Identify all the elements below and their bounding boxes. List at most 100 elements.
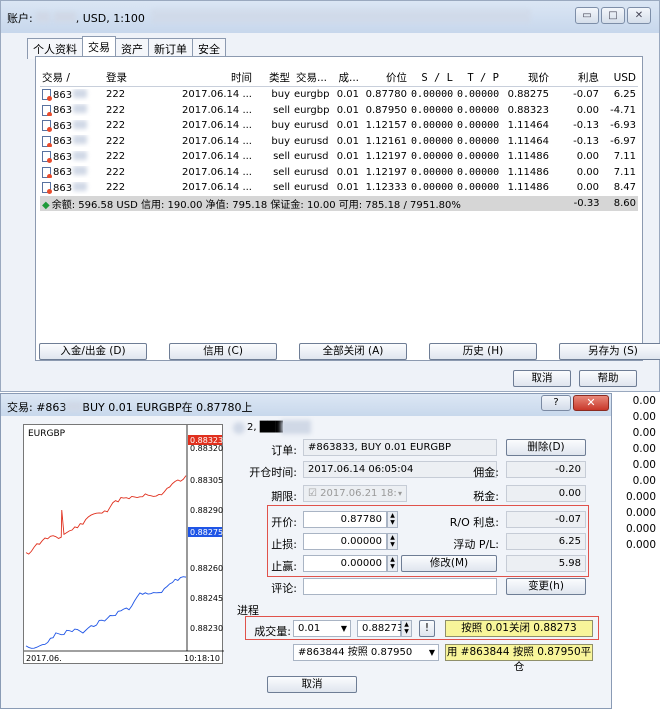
cell-time: 2017.06.14 ... [182, 135, 252, 147]
cell-trade-text: 863 [53, 182, 73, 194]
volume-select[interactable]: 0.01 ▼ [293, 620, 351, 637]
minimize-button[interactable]: ▭ [575, 7, 599, 24]
col-header-sl[interactable]: S / L [409, 72, 455, 84]
closeby-order-select[interactable]: #863844 按照 0.87950 ▼ [293, 644, 439, 661]
cell-sl: 0.00000 [411, 104, 454, 116]
cell-trade-text: 863 [53, 136, 73, 148]
table-row[interactable]: 863 222 2017.06.14 ... sell eurgbp 0.01 0.8795… [40, 103, 638, 119]
redacted-avatar [233, 422, 245, 434]
col-header-swap[interactable]: 利息 [551, 70, 601, 85]
take-profit-stepper[interactable]: ▲ ▼ [387, 555, 398, 572]
table-row[interactable]: 863 222 2017.06.14 ... buy eurgbp 0.01 0.87780… [40, 87, 638, 103]
title-prefix: 账户 [7, 12, 29, 25]
save-as-button[interactable]: 另存为 (S) [559, 343, 660, 360]
dialog-titlebar[interactable]: 交易: #863 BUY 0.01 EURGBP在 0.87780上 ? ✕ [1, 394, 611, 416]
cell-trade: 863 [40, 166, 104, 179]
close-by-volume-button[interactable]: 按照 0.01关闭 0.88273 [445, 620, 593, 637]
window-title: 账户: , USD, 1:100 [7, 12, 145, 25]
balance-diamond-icon: ◆ [42, 199, 50, 211]
history-button[interactable]: 历史 (H) [429, 343, 537, 360]
cell-login: 222 [106, 135, 126, 147]
close-price-stepper[interactable]: ▲ ▼ [401, 620, 412, 637]
cell-login: 222 [106, 120, 126, 132]
order-dialog: 交易: #863 BUY 0.01 EURGBP在 0.87780上 ? ✕ EU… [0, 393, 612, 709]
cell-profit: 7.11 [613, 151, 636, 163]
col-header-login[interactable]: 登录 [104, 70, 174, 85]
expiry-checkbox-icon[interactable]: ☑ [308, 488, 317, 499]
cell-sl: 0.00000 [411, 120, 454, 132]
help-icon[interactable]: ? [541, 395, 571, 411]
blurred-background [151, 9, 531, 23]
expiry-field[interactable]: ☑ 2017.06.21 18: ▾ [303, 485, 407, 502]
close-button[interactable]: ✕ [627, 7, 651, 24]
take-profit-input[interactable]: 0.00000 [303, 555, 387, 572]
cell-current: 1.11486 [507, 151, 549, 163]
dialog-title-prefix: 交易: #863 [7, 401, 67, 414]
cell-symbol: eurusd [294, 120, 329, 132]
cell-price: 1.12197 [365, 151, 407, 163]
summary-text-cell: ◆ 余额: 596.58 USD 信用: 190.00 净值: 795.18 保证… [40, 196, 503, 211]
open-price-stepper[interactable]: ▲ ▼ [387, 511, 398, 528]
close-by-order-button[interactable]: 用 #863844 按照 0.87950平仓 [445, 644, 593, 673]
col-header-time[interactable]: 时间 [174, 70, 254, 85]
cell-current: 0.88323 [507, 104, 549, 116]
cell-volume: 0.01 [336, 104, 359, 116]
table-row[interactable]: 863 222 2017.06.14 ... sell eurusd 0.01 1.1219… [40, 165, 638, 181]
window-titlebar[interactable]: 账户: , USD, 1:100 ▭ □ ✕ [1, 1, 659, 33]
cell-tp: 0.00000 [457, 89, 500, 101]
modify-button[interactable]: 修改(M) [401, 555, 497, 572]
close-icon[interactable]: ✕ [573, 395, 609, 411]
table-row[interactable]: 863 222 2017.06.14 ... buy eurusd 0.01 1.12161… [40, 134, 638, 150]
col-header-type[interactable]: 类型 [254, 70, 292, 85]
close-all-button[interactable]: 全部关闭 (A) [299, 343, 407, 360]
stop-loss-stepper[interactable]: ▲ ▼ [387, 533, 398, 550]
close-price-input[interactable]: 0.88273 [357, 620, 403, 637]
background-values-column: 0.00 0.00 0.00 0.00 0.00 0.00 0.000 0.00… [612, 393, 660, 553]
tp-right-value: 5.98 [506, 555, 586, 572]
cell-price: 1.12333 [365, 182, 407, 194]
summary-profit: 8.60 [613, 197, 636, 209]
ok-buttons: 取消 帮助 [513, 370, 637, 387]
redacted [73, 166, 88, 176]
tax-label: 税金: [473, 490, 499, 503]
deposit-withdraw-button[interactable]: 入金/出金 (D) [39, 343, 147, 360]
warning-icon[interactable]: ! [419, 620, 435, 637]
order-icon [42, 120, 52, 132]
table-body: 863 222 2017.06.14 ... buy eurgbp 0.01 0.87780… [40, 87, 638, 196]
col-header-price[interactable]: 价位 [361, 70, 409, 85]
comment-input[interactable] [303, 578, 497, 595]
cancel-button[interactable]: 取消 [513, 370, 571, 387]
cell-symbol: eurgbp [294, 104, 329, 116]
ask-series-line [25, 475, 187, 555]
table-row[interactable]: 863 222 2017.06.14 ... buy eurusd 0.01 1.12157… [40, 118, 638, 134]
cell-tp: 0.00000 [457, 182, 500, 194]
col-header-trade[interactable]: 交易 / [40, 70, 104, 85]
cell-trade: 863 [40, 135, 104, 148]
price-chart[interactable]: EURGBP 0.88323 0.88275 0.88320 0.88305 0… [23, 424, 224, 664]
change-button[interactable]: 变更(h) [506, 578, 586, 595]
col-header-current[interactable]: 现价 [501, 70, 551, 85]
maximize-button[interactable]: □ [601, 7, 625, 24]
col-header-volume[interactable]: 成... [329, 70, 361, 85]
volume-value: 0.01 [298, 623, 321, 634]
order-value: #863833, BUY 0.01 EURGBP [303, 439, 497, 456]
cell-volume: 0.01 [336, 89, 359, 101]
cell-symbol: eurgbp [294, 89, 329, 101]
time-label-right: 10:18:10 [184, 654, 220, 663]
time-label-left: 2017.06. [26, 654, 62, 663]
cell-price: 0.87950 [365, 104, 407, 116]
redacted [73, 119, 88, 129]
cell-time: 2017.06.14 ... [182, 166, 252, 178]
title-suffix: USD, 1:100 [82, 12, 145, 25]
delete-button[interactable]: 删除(D) [506, 439, 586, 456]
stop-loss-input[interactable]: 0.00000 [303, 533, 387, 550]
table-row[interactable]: 863 222 2017.06.14 ... sell eurusd 0.01 1.1219… [40, 149, 638, 165]
col-header-symbol[interactable]: 交易... [292, 70, 329, 85]
col-header-tp[interactable]: T / P [455, 72, 501, 84]
credit-button[interactable]: 信用 (C) [169, 343, 277, 360]
col-header-profit[interactable]: USD [601, 72, 638, 84]
dialog-cancel-button[interactable]: 取消 [267, 676, 357, 693]
open-price-input[interactable]: 0.87780 [303, 511, 387, 528]
table-row[interactable]: 863 222 2017.06.14 ... sell eurusd 0.01 1.1233… [40, 180, 638, 196]
help-button[interactable]: 帮助 [579, 370, 637, 387]
